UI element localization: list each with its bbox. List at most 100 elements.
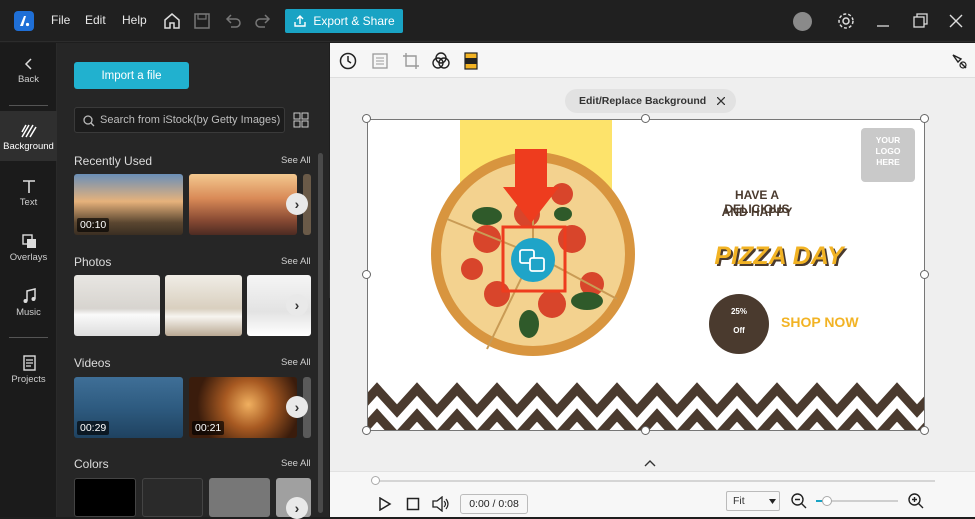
pizza-day-title: PIZZA DAY	[714, 242, 844, 270]
logo-text: YOUR LOGO HERE	[875, 135, 901, 167]
nav-back[interactable]: Back	[0, 57, 57, 85]
video-thumbnail[interactable]: 00:29	[74, 377, 183, 438]
grid-view-icon[interactable]	[293, 112, 309, 128]
search-placeholder: Search from iStock(by Getty Images)	[100, 114, 281, 126]
panel-scrollbar[interactable]	[318, 153, 323, 513]
shop-now-text: SHOP NOW	[781, 314, 859, 330]
menu-edit[interactable]: Edit	[85, 13, 106, 27]
redo-icon[interactable]	[253, 11, 273, 31]
undo-icon[interactable]	[223, 11, 243, 31]
nav-background-label: Background	[3, 141, 54, 152]
zoom-slider-thumb[interactable]	[822, 496, 832, 506]
zoom-out-icon[interactable]	[791, 493, 807, 509]
crop-icon[interactable]	[402, 52, 420, 70]
color-correction-icon[interactable]	[464, 52, 478, 70]
maximize-icon[interactable]	[910, 11, 930, 31]
see-all-recent[interactable]: See All	[281, 155, 311, 166]
photo-thumbnail[interactable]	[74, 275, 160, 336]
see-all-videos[interactable]: See All	[281, 357, 311, 368]
video-thumbnail[interactable]: 00:21	[189, 377, 297, 438]
duration-label: 00:21	[192, 421, 225, 435]
export-share-button[interactable]: Export & Share	[285, 9, 403, 33]
chevron-up-icon[interactable]	[644, 459, 656, 467]
play-icon[interactable]	[378, 497, 392, 511]
section-title-videos: Videos	[74, 356, 111, 370]
next-arrow-button[interactable]: ›	[286, 497, 308, 519]
timecode-display: 0:00 / 0:08	[460, 494, 528, 514]
resize-handle[interactable]	[641, 426, 650, 435]
design-canvas[interactable]: YOUR LOGO HERE HAVE A DELICIOUS AND HAPP…	[367, 119, 925, 431]
menu-file[interactable]: File	[51, 13, 70, 27]
menu-help[interactable]: Help	[122, 13, 147, 27]
home-icon[interactable]	[162, 11, 182, 31]
next-arrow-button[interactable]: ›	[286, 193, 308, 215]
speed-icon[interactable]	[339, 52, 357, 70]
next-arrow-button[interactable]: ›	[286, 294, 308, 316]
import-file-button[interactable]: Import a file	[74, 62, 189, 89]
see-all-photos[interactable]: See All	[281, 256, 311, 267]
nav-background[interactable]: Background	[0, 111, 57, 161]
editor-toolbar	[330, 43, 975, 78]
resize-handle[interactable]	[362, 114, 371, 123]
recent-thumbnail[interactable]: 00:10	[74, 174, 183, 235]
overlays-icon	[21, 234, 36, 248]
resize-handle[interactable]	[362, 270, 371, 279]
resize-handle[interactable]	[920, 114, 929, 123]
filter-icon[interactable]	[431, 51, 451, 71]
stop-icon[interactable]	[406, 497, 420, 511]
zigzag-border	[367, 382, 925, 431]
chevron-left-icon	[24, 58, 32, 70]
nav-music[interactable]: Music	[0, 288, 57, 318]
nav-text[interactable]: Text	[0, 178, 57, 208]
color-swatch[interactable]	[142, 478, 203, 517]
zoom-mode-value: Fit	[733, 495, 745, 507]
volume-icon[interactable]	[432, 496, 450, 512]
color-swatch[interactable]	[74, 478, 136, 517]
minimize-icon[interactable]	[873, 11, 893, 31]
nav-text-label: Text	[19, 197, 38, 208]
section-title-recently-used: Recently Used	[74, 154, 153, 168]
close-icon[interactable]	[946, 11, 966, 31]
timeline-track[interactable]	[375, 480, 935, 482]
resize-handle[interactable]	[362, 426, 371, 435]
next-arrow-button[interactable]: ›	[286, 396, 308, 418]
section-title-photos: Photos	[74, 255, 112, 269]
pin-icon[interactable]	[950, 52, 968, 70]
pill-label: Edit/Replace Background	[579, 95, 707, 107]
headline-line2: AND HAPPY	[721, 205, 793, 219]
playhead[interactable]	[371, 476, 380, 485]
caret-down-icon	[769, 499, 776, 504]
see-all-colors[interactable]: See All	[281, 458, 311, 469]
search-input[interactable]: Search from iStock(by Getty Images)	[74, 107, 285, 133]
export-icon	[294, 15, 307, 27]
resize-handle[interactable]	[920, 426, 929, 435]
nav-overlays[interactable]: Overlays	[0, 233, 57, 263]
zoom-mode-select[interactable]: Fit	[726, 491, 780, 511]
duration-label: 00:29	[77, 421, 110, 435]
discount-percent: 25%	[730, 307, 747, 316]
app-logo-icon	[14, 11, 34, 31]
close-icon[interactable]	[717, 97, 725, 105]
left-navigation: Back Background Text Overlays Music Proj…	[0, 43, 57, 517]
adjust-icon[interactable]	[372, 53, 388, 69]
photo-thumbnail[interactable]	[165, 275, 242, 336]
recent-thumbnail[interactable]	[189, 174, 297, 235]
nav-projects-label: Projects	[11, 374, 46, 385]
nav-divider	[9, 105, 48, 106]
playback-bar: 0:00 / 0:08 Fit	[330, 471, 975, 517]
avatar[interactable]	[793, 12, 812, 31]
search-icon	[83, 115, 95, 127]
title-bar: File Edit Help Export & Share	[0, 0, 975, 42]
save-icon[interactable]	[192, 11, 212, 31]
resize-handle[interactable]	[641, 114, 650, 123]
music-icon	[23, 288, 36, 303]
export-label: Export & Share	[313, 14, 395, 28]
zoom-in-icon[interactable]	[908, 493, 924, 509]
resize-handle[interactable]	[920, 270, 929, 279]
color-swatch[interactable]	[209, 478, 270, 517]
arrow-shaft	[515, 149, 547, 187]
edit-replace-background-button[interactable]: Edit/Replace Background	[565, 89, 736, 113]
editor-area: Edit/Replace Background YOUR LOGO HERE H…	[330, 43, 975, 517]
nav-projects[interactable]: Projects	[0, 355, 57, 385]
gear-icon[interactable]	[836, 11, 856, 31]
